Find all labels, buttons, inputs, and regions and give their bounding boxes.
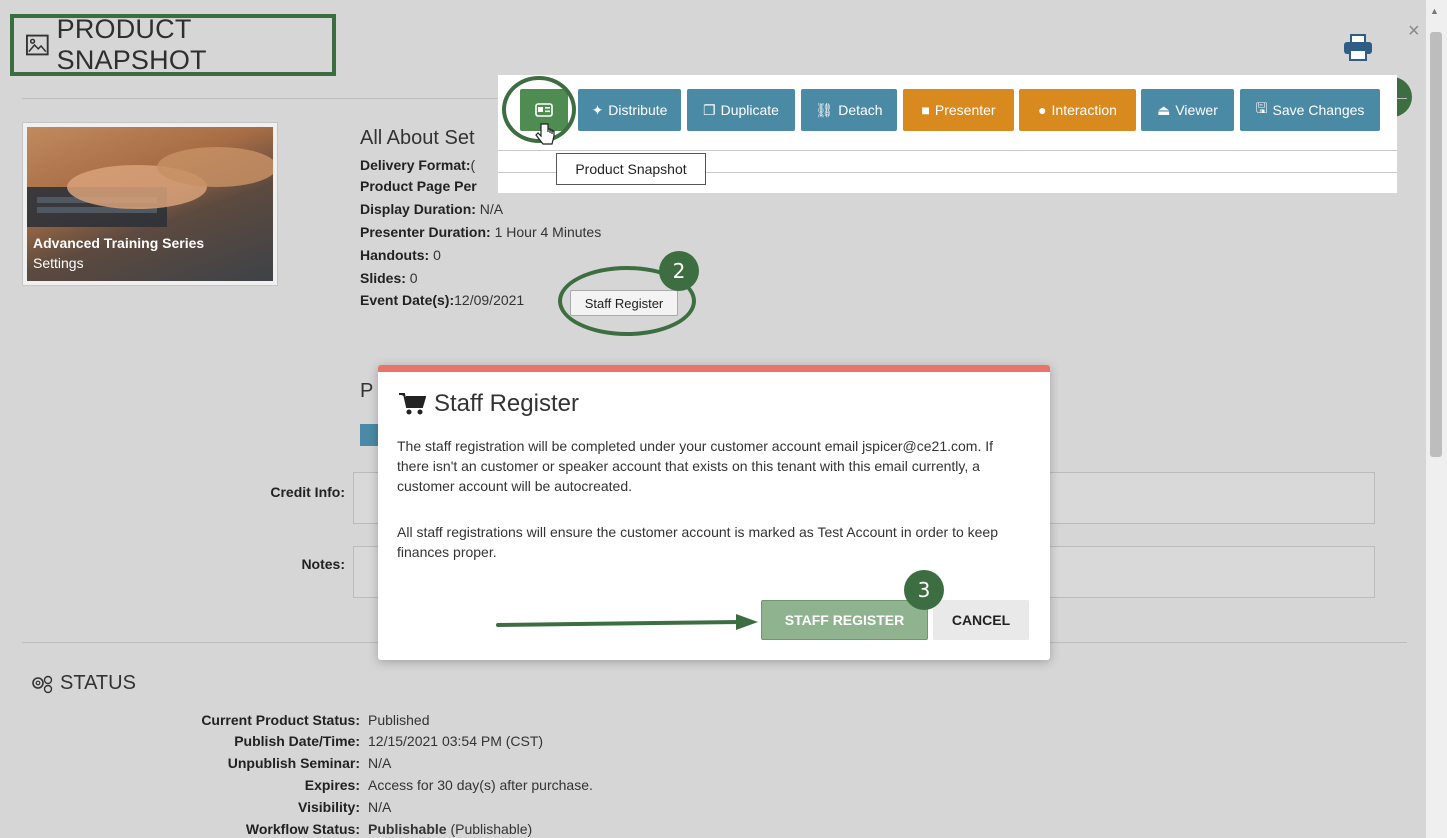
status-value: Published xyxy=(368,712,430,728)
shopping-cart-icon xyxy=(399,393,426,415)
cancel-button[interactable]: CANCEL xyxy=(933,600,1029,640)
slides-row: Slides: 0 xyxy=(360,270,418,286)
chat-bubble-icon: ● xyxy=(1038,102,1047,118)
credit-info-label: Credit Info: xyxy=(270,484,345,500)
save-icon: 🖫 xyxy=(1255,100,1268,116)
confirm-staff-register-button[interactable]: STAFF REGISTER xyxy=(761,600,928,640)
modal-paragraph-1: The staff registration will be completed… xyxy=(397,438,993,494)
viewer-icon: ⏏ xyxy=(1157,101,1171,118)
toolbar-row-line xyxy=(498,150,1397,151)
viewer-button[interactable]: ⏏ Viewer xyxy=(1141,89,1234,131)
annotation-badge-3: 3 xyxy=(904,570,944,610)
save-changes-button[interactable]: 🖫 Save Changes xyxy=(1240,89,1380,131)
modal-title-text: Staff Register xyxy=(434,390,579,417)
status-label: Unpublish Seminar: xyxy=(227,755,360,771)
interaction-button[interactable]: ● Interaction xyxy=(1019,89,1136,131)
status-value: N/A xyxy=(368,799,392,815)
annotation-arrow xyxy=(496,614,758,630)
gears-icon xyxy=(32,675,53,693)
status-label: Expires: xyxy=(304,777,360,793)
duplicate-icon: ❐ xyxy=(703,101,716,118)
section-button-partial[interactable] xyxy=(360,424,378,446)
status-label: Current Product Status: xyxy=(201,712,360,728)
section-heading-partial: P xyxy=(360,380,374,402)
product-heading: All About Set xyxy=(360,127,475,149)
product-page-row: Product Page Per xyxy=(360,178,477,194)
distribute-icon: ✦ xyxy=(591,101,604,118)
status-value: Publishable (Publishable) xyxy=(368,821,533,837)
video-camera-icon: ■ xyxy=(921,102,930,118)
scrollbar-thumb[interactable] xyxy=(1430,32,1442,457)
handouts-row: Handouts: 0 xyxy=(360,247,441,263)
detach-button[interactable]: ⛓ Detach xyxy=(801,89,897,131)
modal-paragraph-2: All staff registrations will ensure the … xyxy=(397,524,998,560)
page-title: PRODUCT SNAPSHOT xyxy=(56,14,207,75)
image-icon xyxy=(26,34,49,56)
presenter-button[interactable]: ■ Presenter xyxy=(903,89,1014,131)
status-heading-text: STATUS xyxy=(60,672,136,694)
duplicate-button[interactable]: ❐ Duplicate xyxy=(687,89,795,131)
status-label: Publish Date/Time: xyxy=(234,733,360,749)
status-value: Access for 30 day(s) after purchase. xyxy=(368,777,593,793)
print-icon[interactable] xyxy=(1343,33,1373,66)
thumbnail-title: Advanced Training Series xyxy=(33,235,205,251)
product-thumbnail: Advanced Training Series Settings xyxy=(22,122,278,286)
notes-label: Notes: xyxy=(301,556,345,572)
scroll-up-icon[interactable]: ▲ xyxy=(1430,6,1439,16)
hand-cursor-icon xyxy=(534,122,556,153)
close-icon[interactable]: × xyxy=(1408,20,1420,43)
annotation-badge-2: 2 xyxy=(659,251,699,291)
delivery-format-row: Delivery Format:( xyxy=(360,157,476,173)
status-label: Workflow Status: xyxy=(245,821,360,837)
detach-icon: ⛓ xyxy=(815,101,834,118)
display-duration-row: Display Duration: N/A xyxy=(360,201,504,217)
status-value: 12/15/2021 03:54 PM (CST) xyxy=(368,733,544,749)
status-label: Visibility: xyxy=(298,799,360,815)
modal-title: Staff Register xyxy=(398,390,579,418)
status-value: N/A xyxy=(368,755,392,771)
presenter-duration-row: Presenter Duration: 1 Hour 4 Minutes xyxy=(360,224,602,240)
page-title-box: PRODUCT SNAPSHOT xyxy=(10,14,336,76)
status-heading: STATUS xyxy=(30,672,136,695)
event-dates-row: Event Date(s):12/09/2021 xyxy=(360,292,525,308)
distribute-button[interactable]: ✦ Distribute xyxy=(578,89,681,131)
tooltip: Product Snapshot xyxy=(556,153,706,185)
thumbnail-subtitle: Settings xyxy=(33,255,84,271)
